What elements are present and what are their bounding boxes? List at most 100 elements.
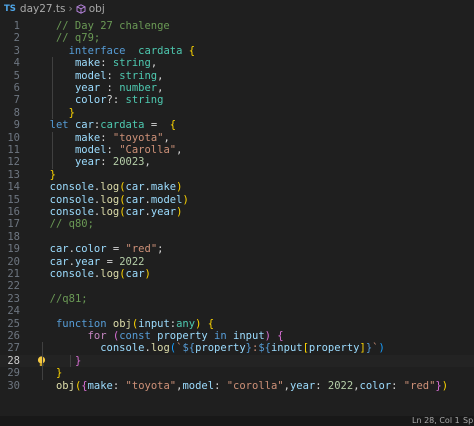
code-token: make <box>150 181 177 194</box>
code-line[interactable]: 30 obj({make: "toyota",model: "corolla",… <box>0 380 474 392</box>
line-number: 22 <box>7 280 20 293</box>
line-number: 20 <box>7 255 20 268</box>
line-number: 7 <box>13 94 20 107</box>
code-text: } <box>37 107 75 119</box>
code-line[interactable]: 10 make: "toyota", <box>0 132 474 144</box>
code-line[interactable]: 6 year : number, <box>0 82 474 94</box>
line-number: 12 <box>7 156 20 169</box>
code-token: log <box>100 206 120 218</box>
code-text: color?: string <box>37 94 164 107</box>
code-token: } <box>55 367 63 380</box>
code-text: function obj(input:any) { <box>37 318 214 330</box>
code-line[interactable]: 13 } <box>0 169 474 181</box>
code-text: make: "toyota", <box>37 132 170 144</box>
code-line[interactable]: 19 car.color = "red"; <box>0 243 474 255</box>
code-token: : <box>214 379 227 392</box>
code-token: { <box>163 119 177 132</box>
code-token: : <box>112 379 126 392</box>
code-line[interactable]: 20 car.year = 2022 <box>0 256 474 268</box>
line-number: 17 <box>7 218 20 231</box>
line-number: 23 <box>7 292 20 305</box>
code-line[interactable]: 22 <box>0 280 474 292</box>
indent-guide <box>52 57 53 120</box>
code-line[interactable]: 1 // Day 27 chalenge <box>0 20 474 32</box>
code-line[interactable]: 9 let car:cardata = { <box>0 119 474 131</box>
code-token: interface <box>68 44 126 57</box>
code-text: car.color = "red"; <box>37 243 164 256</box>
line-number: 27 <box>7 342 20 355</box>
code-token: ) <box>176 206 183 218</box>
code-token: console <box>49 206 94 218</box>
code-token: obj <box>112 317 132 330</box>
code-token: console <box>49 268 94 280</box>
code-token: // q80; <box>49 218 94 231</box>
code-line[interactable]: 28 } <box>0 354 474 368</box>
code-token: obj <box>55 379 75 392</box>
code-line[interactable]: 17 // q80; <box>0 218 474 230</box>
code-token: number <box>119 82 158 94</box>
code-text: let car:cardata = { <box>37 119 176 131</box>
line-number: 26 <box>7 330 20 342</box>
code-token: , <box>163 131 170 144</box>
breadcrumb-symbol[interactable]: obj <box>89 3 105 15</box>
code-line[interactable]: 29 } <box>0 367 474 379</box>
breadcrumb: TS day27.ts › obj <box>0 0 474 18</box>
code-line[interactable]: 12 year: 20023, <box>0 156 474 168</box>
code-line[interactable]: 15 console.log(car.model) <box>0 194 474 206</box>
code-line[interactable]: 23 //q81; <box>0 293 474 305</box>
code-line[interactable]: 7 color?: string <box>0 94 474 106</box>
code-token: car <box>125 193 145 206</box>
code-line[interactable]: 18 <box>0 231 474 243</box>
code-token: log <box>150 342 170 355</box>
code-line[interactable]: 5 model: string, <box>0 70 474 82</box>
code-line[interactable]: 14 console.log(car.make) <box>0 181 474 193</box>
code-token: any <box>176 317 196 330</box>
code-token: string <box>125 94 164 107</box>
code-text: // Day 27 chalenge <box>37 20 170 32</box>
code-token: log <box>100 193 120 206</box>
code-line[interactable]: 16 console.log(car.year) <box>0 206 474 218</box>
indentation-status[interactable]: Sp <box>463 416 473 426</box>
code-token: : <box>106 144 120 156</box>
code-token: "red" <box>125 243 158 256</box>
code-line[interactable]: 25 function obj(input:any) { <box>0 318 474 330</box>
code-line[interactable]: 8 } <box>0 107 474 119</box>
code-line[interactable]: 4 make: string, <box>0 57 474 69</box>
line-number: 29 <box>7 367 20 380</box>
code-token: { <box>207 317 215 330</box>
code-editor[interactable]: 1 // Day 27 chalenge 2 // q79; 3 interface… <box>0 18 474 416</box>
code-line[interactable]: 21 console.log(car) <box>0 268 474 280</box>
code-token: car <box>125 181 145 194</box>
line-number: 3 <box>13 44 20 57</box>
code-token: } <box>68 106 75 119</box>
code-line[interactable]: 2 // q79; <box>0 32 474 44</box>
code-text: // q80; <box>37 218 94 230</box>
line-number: 18 <box>7 230 20 243</box>
breadcrumb-file[interactable]: day27.ts <box>20 3 66 15</box>
line-number: 4 <box>13 57 20 70</box>
code-line[interactable]: 11 model: "Carolla", <box>0 144 474 156</box>
code-token: ) <box>176 181 183 194</box>
code-line[interactable]: 26 for (const property in input) { <box>0 330 474 342</box>
cursor-position[interactable]: Ln 28, Col 1 <box>412 416 460 426</box>
code-token: car <box>49 243 69 256</box>
code-token: input <box>138 317 170 330</box>
code-token: ${ <box>258 342 271 355</box>
code-line[interactable]: 24 <box>0 305 474 317</box>
code-line[interactable]: 27 console.log(`${property}:${input[prop… <box>0 342 474 354</box>
code-token: ) <box>441 379 449 392</box>
code-text: year: 20023, <box>37 156 151 168</box>
code-line[interactable]: 3 interface cardata { <box>0 45 474 57</box>
code-text: car.year = 2022 <box>37 256 145 268</box>
